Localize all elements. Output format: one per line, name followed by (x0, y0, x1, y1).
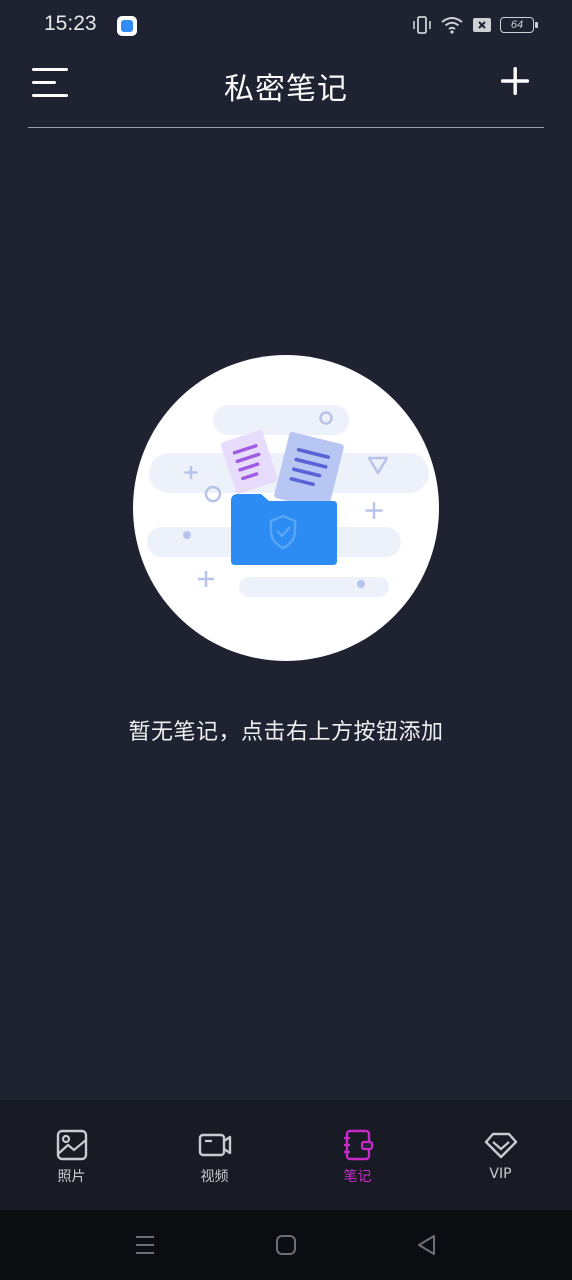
app-notification-icon (117, 16, 137, 36)
no-sim-icon (473, 18, 491, 32)
empty-folder-illustration (147, 405, 429, 597)
notebook-icon (343, 1129, 373, 1161)
system-nav-bar (0, 1210, 572, 1280)
bottom-nav: 照片 视频 笔记 VIP (0, 1100, 572, 1210)
app-header: 私密笔记 (0, 52, 572, 128)
home-icon[interactable] (273, 1232, 299, 1258)
nav-tab-photos[interactable]: 照片 (0, 1100, 143, 1210)
recent-apps-icon[interactable] (132, 1232, 158, 1258)
nav-label-videos: 视频 (200, 1169, 229, 1185)
nav-label-photos: 照片 (57, 1169, 86, 1185)
nav-tab-notes[interactable]: 笔记 (286, 1100, 429, 1210)
add-note-button[interactable] (498, 64, 532, 98)
header-divider (28, 127, 544, 128)
empty-state-illustration (133, 355, 439, 661)
wifi-icon (441, 17, 463, 34)
back-icon[interactable] (414, 1232, 440, 1258)
nav-tab-vip[interactable]: VIP (429, 1100, 572, 1210)
nav-label-vip: VIP (489, 1166, 512, 1182)
vibrate-icon (413, 16, 431, 34)
diamond-icon (484, 1132, 517, 1159)
nav-tab-videos[interactable]: 视频 (143, 1100, 286, 1210)
status-bar: 15:23 64 (0, 0, 572, 52)
page-title: 私密笔记 (224, 72, 348, 107)
battery-icon: 64 (500, 17, 538, 33)
empty-state-message: 暂无笔记，点击右上方按钮添加 (128, 720, 444, 745)
nav-label-notes: 笔记 (343, 1169, 372, 1185)
battery-level: 64 (510, 19, 524, 31)
plus-icon (501, 67, 529, 95)
status-icons: 64 (412, 14, 538, 36)
status-time: 15:23 (44, 12, 97, 35)
photo-icon (56, 1129, 87, 1161)
video-icon (198, 1133, 231, 1157)
